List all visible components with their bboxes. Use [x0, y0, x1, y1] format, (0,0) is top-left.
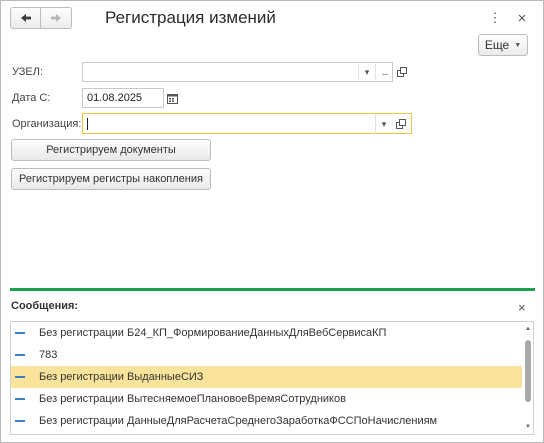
scrollbar-thumb[interactable]: [525, 340, 531, 402]
message-text: Без регистрации ВыданныеСИЗ: [39, 371, 204, 383]
dash-icon: [15, 398, 25, 400]
message-text: 783: [39, 349, 58, 361]
register-accumulation-registers-button[interactable]: Регистрируем регистры накопления: [11, 168, 211, 190]
arrow-right-icon: [51, 14, 61, 22]
form-window: Регистрация измений ⋮ × Еще ▼ УЗЕЛ: ▾ ..…: [0, 0, 544, 443]
node-select-button[interactable]: ...: [375, 62, 393, 82]
node-input[interactable]: [82, 62, 393, 82]
dash-icon: [15, 376, 25, 378]
back-button[interactable]: [10, 7, 41, 29]
calendar-button[interactable]: [164, 90, 180, 106]
messages-scrollbar[interactable]: ▲ ▼: [523, 322, 533, 434]
more-button[interactable]: Еще ▼: [478, 34, 528, 56]
arrow-left-icon: [20, 14, 31, 22]
chevron-down-icon: ▾: [381, 118, 387, 129]
more-menu-icon[interactable]: ⋮: [487, 10, 503, 26]
text-cursor: [87, 117, 88, 130]
node-label: УЗЕЛ:: [12, 66, 44, 78]
message-text: Без регистрации ДанныеДляРасчетаСреднего…: [39, 415, 438, 427]
register-documents-button[interactable]: Регистрируем документы: [11, 139, 211, 161]
ellipsis-icon: ...: [381, 66, 388, 78]
list-item[interactable]: Без регистрации ДанныеДляРасчетаСреднего…: [11, 410, 522, 432]
navigation-buttons: [10, 7, 72, 29]
node-dropdown-button[interactable]: ▾: [358, 62, 375, 82]
calendar-icon: [166, 93, 178, 104]
more-button-label: Еще: [484, 38, 510, 52]
date-input-value: 01.08.2025: [87, 92, 143, 104]
organization-dropdown-button[interactable]: ▾: [375, 114, 392, 134]
open-copy-icon: [395, 118, 406, 129]
list-item[interactable]: Без регистрации ВыданныеСИЗ: [11, 366, 522, 388]
open-copy-icon: [396, 66, 407, 77]
messages-title: Сообщения:: [11, 300, 79, 312]
organization-label: Организация:: [12, 118, 82, 130]
scroll-down-icon[interactable]: ▼: [523, 422, 533, 432]
organization-open-button[interactable]: [393, 116, 409, 132]
forward-button[interactable]: [41, 7, 72, 29]
scroll-up-icon[interactable]: ▲: [523, 324, 533, 334]
date-label: Дата С:: [12, 92, 51, 104]
organization-input[interactable]: [82, 113, 412, 134]
chevron-down-icon: ▾: [364, 66, 370, 77]
message-text: Без регистрации Б24_КП_ФормированиеДанны…: [39, 327, 387, 339]
close-icon[interactable]: ×: [518, 300, 526, 315]
window-title: Регистрация измений: [105, 8, 276, 27]
dash-icon: [15, 332, 25, 334]
dash-icon: [15, 354, 25, 356]
messages-list: Без регистрации Б24_КП_ФормированиеДанны…: [10, 321, 534, 435]
list-item[interactable]: 783: [11, 344, 522, 366]
date-input[interactable]: 01.08.2025: [82, 88, 164, 108]
list-item[interactable]: Без регистрации Б24_КП_ФормированиеДанны…: [11, 322, 522, 344]
chevron-down-icon: ▼: [514, 41, 522, 49]
close-icon[interactable]: ×: [514, 10, 530, 27]
message-text: Без регистрации ВытесняемоеПлановоеВремя…: [39, 393, 346, 405]
dash-icon: [15, 420, 25, 422]
messages-divider: [10, 288, 535, 291]
list-item[interactable]: Без регистрации ВытесняемоеПлановоеВремя…: [11, 388, 522, 410]
node-open-button[interactable]: [394, 64, 410, 80]
